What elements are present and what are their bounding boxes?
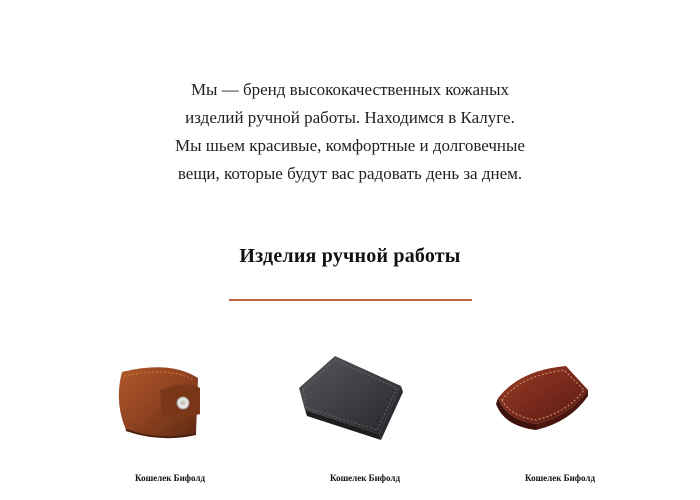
brand-description-line: вещи, которые будут вас радовать день за…	[177, 164, 523, 183]
brown-wallet-icon[interactable]	[100, 350, 240, 450]
product-name[interactable]: Кошелек Бифолд	[490, 473, 630, 483]
product-card[interactable]: Кошелек Бифолд	[100, 350, 240, 490]
product-card[interactable]: Кошелек Бифолд	[295, 350, 435, 490]
brand-description-line: Мы шьем красивые, комфортные и долговечн…	[175, 136, 525, 155]
burgundy-wallet-icon[interactable]	[490, 350, 630, 450]
product-card[interactable]: Кошелек Бифолд	[490, 350, 630, 490]
product-name[interactable]: Кошелек Бифолд	[295, 473, 435, 483]
section-divider	[229, 299, 472, 301]
product-name[interactable]: Кошелек Бифолд	[100, 473, 240, 483]
brand-description-line: Мы — бренд высококачественных кожаных	[190, 80, 510, 99]
brand-description-line: изделий ручной работы. Находимся в Калуг…	[185, 108, 515, 127]
brand-description: Мы — бренд высококачественных кожаных из…	[0, 76, 700, 188]
page: Мы — бренд высококачественных кожаных из…	[0, 0, 700, 500]
black-wallet-icon[interactable]	[295, 350, 435, 450]
section-title: Изделия ручной работы	[239, 245, 461, 267]
